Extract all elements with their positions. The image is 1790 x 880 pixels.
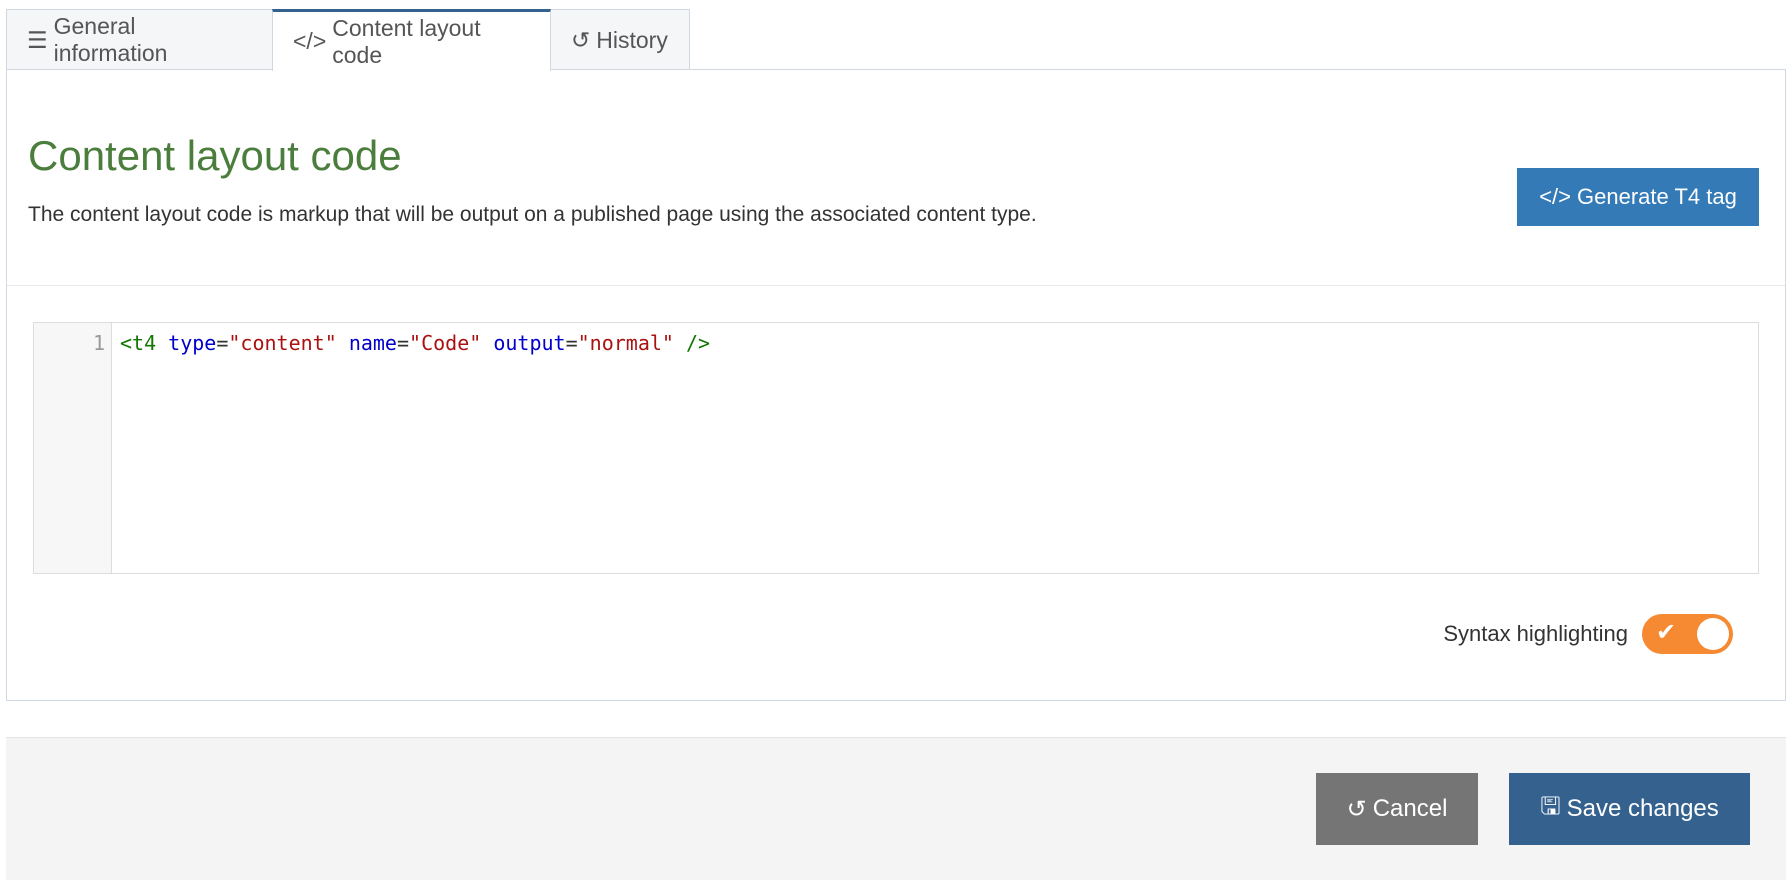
description: The content layout code is markup that w… <box>28 203 1037 226</box>
value-token: "Code" <box>409 331 482 355</box>
syntax-highlighting-toggle[interactable]: ✔ <box>1642 614 1733 654</box>
tab-content-layout-code[interactable]: </> Content layout code <box>272 9 551 71</box>
syntax-highlighting-row: Syntax highlighting ✔ <box>1443 614 1733 654</box>
page-title: Content layout code <box>28 132 402 179</box>
code-editor[interactable]: 1 <t4 type="content" name="Code" output=… <box>33 322 1759 574</box>
divider <box>7 285 1785 286</box>
tag-token: /> <box>686 331 711 355</box>
code-icon: </> <box>293 28 327 54</box>
line-numbers: 1 <box>34 323 112 573</box>
footer-bar: ↺ Cancel 🖫 Save changes <box>6 737 1786 880</box>
value-token: "content" <box>228 331 337 355</box>
syntax-highlighting-label: Syntax highlighting <box>1443 621 1628 646</box>
attr-token: output <box>493 331 566 355</box>
sliders-icon: ☰ <box>27 26 48 53</box>
attr-token: type <box>168 331 217 355</box>
history-icon: ↺ <box>571 26 591 53</box>
code-icon: </> <box>1539 184 1571 209</box>
cancel-button[interactable]: ↺ Cancel <box>1316 773 1478 845</box>
content-panel: Content layout code The content layout c… <box>6 69 1786 701</box>
check-icon: ✔ <box>1656 619 1677 646</box>
save-changes-button[interactable]: 🖫 Save changes <box>1509 773 1750 845</box>
generate-t4-tag-button[interactable]: </> Generate T4 tag <box>1517 168 1759 226</box>
attr-token: name <box>348 331 397 355</box>
eq-token: = <box>396 331 410 355</box>
toggle-knob <box>1697 618 1729 650</box>
code-line[interactable]: <t4 type="content" name="Code" output="n… <box>112 323 710 573</box>
floppy-disk-icon: 🖫 <box>1540 792 1561 820</box>
value-token: "normal" <box>577 331 674 355</box>
tag-token: <t4 <box>120 331 157 355</box>
tab-bar: ☰ General information </> Content layout c… <box>6 9 690 71</box>
eq-token: = <box>565 331 578 355</box>
undo-icon: ↺ <box>1346 795 1367 823</box>
eq-token: = <box>216 331 229 355</box>
tab-general-information[interactable]: ☰ General information <box>6 9 273 70</box>
tab-history[interactable]: ↺ History <box>550 9 690 70</box>
